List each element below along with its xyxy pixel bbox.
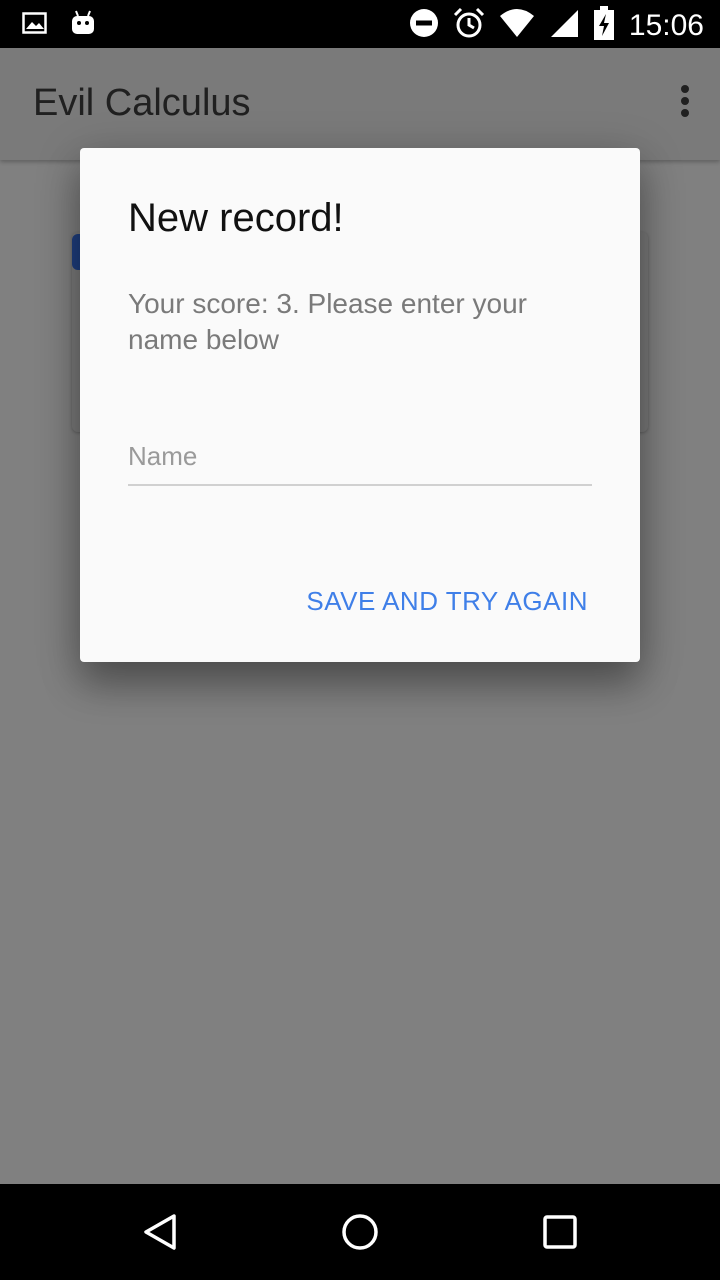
- battery-charging-icon: [593, 6, 615, 45]
- do-not-disturb-icon: [409, 8, 439, 43]
- app-bar: Evil Calculus: [0, 48, 720, 160]
- name-input[interactable]: [128, 428, 592, 486]
- dialog-message: Your score: 3. Please enter your name be…: [128, 288, 527, 355]
- signal-icon: [549, 8, 579, 43]
- app-title: Evil Calculus: [33, 82, 251, 124]
- alarm-icon: [453, 7, 485, 44]
- dialog-title: New record!: [128, 196, 344, 240]
- status-bar: 15:06: [0, 0, 720, 48]
- new-record-dialog: New record! Your score: 3. Please enter …: [80, 148, 640, 662]
- save-and-try-again-button[interactable]: SAVE AND TRY AGAIN: [306, 586, 588, 617]
- image-notification-icon: [22, 10, 48, 41]
- status-time: 15:06: [628, 8, 704, 42]
- android-notification-icon: [70, 10, 96, 41]
- navigation-bar: [0, 1184, 720, 1280]
- wifi-icon: [499, 8, 535, 43]
- recents-icon[interactable]: [540, 1212, 580, 1252]
- back-icon[interactable]: [140, 1212, 180, 1252]
- more-vert-icon[interactable]: [680, 84, 690, 118]
- home-icon[interactable]: [340, 1212, 380, 1252]
